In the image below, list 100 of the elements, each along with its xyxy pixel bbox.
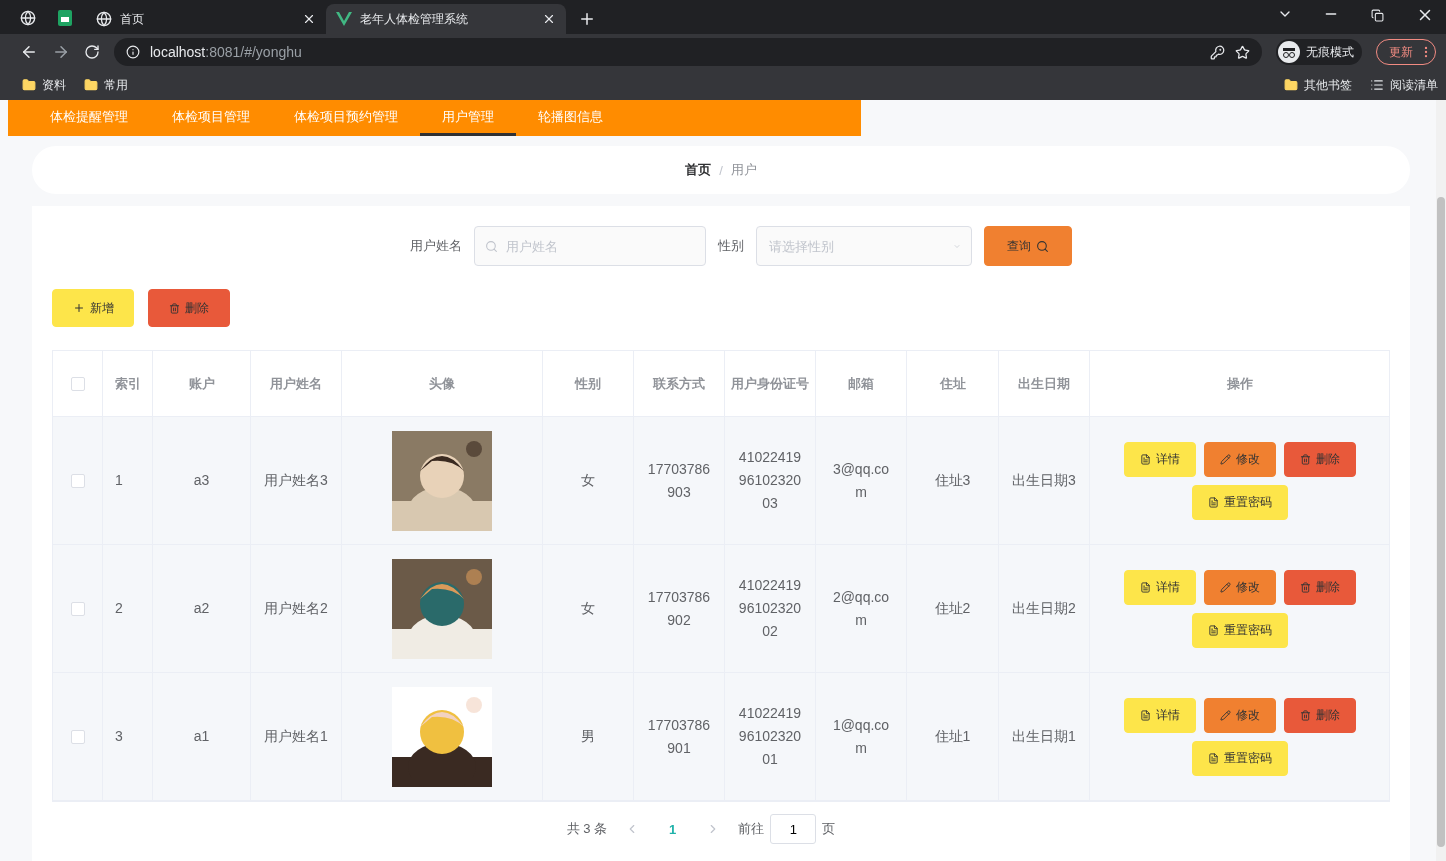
- tab-title: 首页: [120, 10, 145, 28]
- globe-icon: [96, 11, 112, 27]
- search-icon: [485, 239, 498, 253]
- total-count: 共 3 条: [566, 820, 608, 838]
- goto-label: 前往: [738, 820, 765, 838]
- table-cell: 410224199610232002: [725, 545, 816, 673]
- trash-icon: [1299, 453, 1311, 465]
- table-cell: 出生日期3: [999, 417, 1090, 545]
- table-cell: a1: [153, 673, 251, 801]
- key-icon[interactable]: [1210, 44, 1225, 60]
- new-tab-icon[interactable]: [578, 10, 596, 28]
- document-icon: [1139, 709, 1151, 721]
- document-icon: [1207, 624, 1219, 636]
- table-cell: 17703786902: [634, 545, 725, 673]
- close-icon[interactable]: [542, 12, 556, 26]
- reset-password-button[interactable]: 重置密码: [1191, 740, 1288, 776]
- browser-tab[interactable]: 首页: [86, 4, 326, 34]
- delete-button[interactable]: 删除: [148, 289, 230, 327]
- folder-icon: [22, 78, 36, 92]
- pencil-icon: [1219, 581, 1231, 593]
- document-icon: [1207, 496, 1219, 508]
- edit-button[interactable]: 修改: [1203, 569, 1276, 605]
- query-button[interactable]: 查询: [984, 226, 1072, 266]
- table-cell: 410224199610232001: [725, 673, 816, 801]
- detail-button[interactable]: 详情: [1123, 569, 1196, 605]
- edit-button[interactable]: 修改: [1203, 697, 1276, 733]
- select-all-checkbox[interactable]: [70, 376, 85, 391]
- page-label: 页: [822, 820, 836, 838]
- browser-tab[interactable]: 老年人体检管理系统: [326, 4, 566, 34]
- tab-title: 老年人体检管理系统: [360, 10, 469, 28]
- detail-button[interactable]: 详情: [1123, 697, 1196, 733]
- folder-icon: [84, 78, 98, 92]
- delete-button[interactable]: 删除: [1283, 569, 1356, 605]
- table-cell: 410224199610232003: [725, 417, 816, 545]
- forward-icon[interactable]: [52, 43, 70, 61]
- pencil-icon: [1219, 709, 1231, 721]
- trash-icon: [169, 302, 180, 314]
- spreadsheet-icon: [58, 10, 72, 26]
- address-bar[interactable]: localhost:8081/#/yonghu: [114, 38, 1262, 66]
- reload-icon[interactable]: [84, 44, 100, 60]
- list-icon: [1370, 78, 1384, 92]
- restore-icon[interactable]: [1371, 9, 1384, 22]
- row-checkbox[interactable]: [70, 473, 85, 488]
- star-icon[interactable]: [1235, 44, 1250, 60]
- table-cell: 用户姓名2: [251, 545, 342, 673]
- close-icon[interactable]: [302, 12, 316, 26]
- url-text: localhost:8081/#/yonghu: [150, 44, 302, 60]
- reset-password-button[interactable]: 重置密码: [1191, 484, 1288, 520]
- table-cell: 用户姓名3: [251, 417, 342, 545]
- table-cell: 17703786903: [634, 417, 725, 545]
- trash-icon: [1299, 581, 1311, 593]
- back-icon[interactable]: [20, 43, 38, 61]
- bookmark[interactable]: 资料: [22, 76, 66, 94]
- plus-icon: [72, 302, 85, 314]
- incognito-badge[interactable]: 无痕模式: [1276, 39, 1362, 65]
- v-logo-icon: [336, 12, 352, 26]
- document-icon: [1207, 752, 1219, 764]
- bookmark[interactable]: 常用: [84, 76, 128, 94]
- field-label: 用户姓名: [410, 237, 462, 255]
- reading-list[interactable]: 阅读清单: [1370, 76, 1438, 94]
- folder-icon: [1284, 78, 1298, 92]
- search-icon: [1036, 239, 1049, 253]
- table-cell: 出生日期2: [999, 545, 1090, 673]
- document-icon: [1139, 453, 1151, 465]
- incognito-icon: [1278, 41, 1300, 63]
- table-cell: 住址3: [907, 417, 999, 545]
- trash-icon: [1299, 709, 1311, 721]
- row-checkbox[interactable]: [70, 729, 85, 744]
- delete-button[interactable]: 删除: [1283, 697, 1356, 733]
- breadcrumb-link[interactable]: 首页: [685, 161, 712, 179]
- table-cell: 1@qq.com: [816, 673, 907, 801]
- edit-button[interactable]: 修改: [1203, 441, 1276, 477]
- row-checkbox[interactable]: [70, 601, 85, 616]
- globe-icon: [20, 10, 36, 26]
- table-cell: 住址2: [907, 545, 999, 673]
- table-cell: 住址1: [907, 673, 999, 801]
- table-cell: 用户姓名1: [251, 673, 342, 801]
- bookmark[interactable]: 其他书签: [1284, 76, 1352, 94]
- breadcrumb-current: 用户: [730, 161, 757, 179]
- table-cell: 3: [103, 673, 153, 801]
- document-icon: [1139, 581, 1151, 593]
- scrollbar[interactable]: [1436, 100, 1446, 861]
- detail-button[interactable]: 详情: [1123, 441, 1196, 477]
- table-cell: 1: [103, 417, 153, 545]
- info-icon: [126, 45, 140, 59]
- table-cell: 出生日期1: [999, 673, 1090, 801]
- table-cell: 3@qq.com: [816, 417, 907, 545]
- delete-button[interactable]: 删除: [1283, 441, 1356, 477]
- table-cell: 女: [543, 417, 634, 545]
- table-cell: 女: [543, 545, 634, 673]
- page-input[interactable]: 1: [770, 814, 817, 844]
- table-cell: 17703786901: [634, 673, 725, 801]
- add-button[interactable]: 新增: [52, 289, 134, 327]
- table-cell: a3: [153, 417, 251, 545]
- reset-password-button[interactable]: 重置密码: [1191, 612, 1288, 648]
- table-cell: 男: [543, 673, 634, 801]
- table-cell: 2: [103, 545, 153, 673]
- field-label: 性别: [718, 237, 744, 255]
- pencil-icon: [1219, 453, 1231, 465]
- table-cell: a2: [153, 545, 251, 673]
